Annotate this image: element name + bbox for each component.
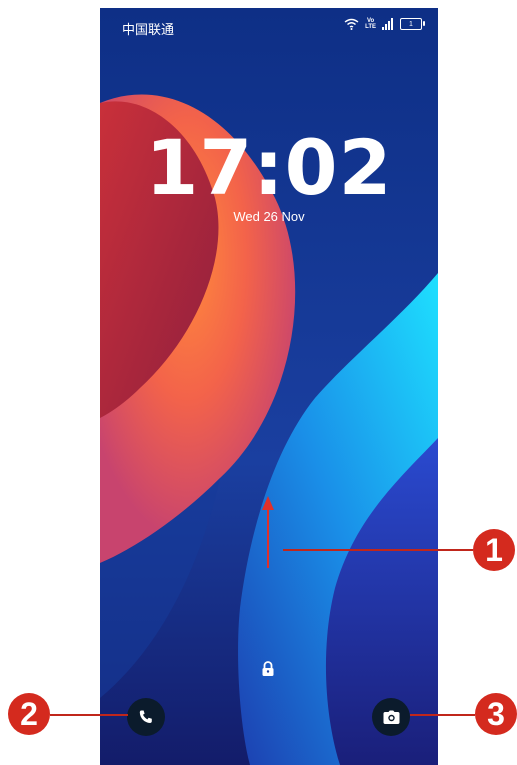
callout-3-badge: 3	[475, 693, 517, 735]
wallpaper	[100, 8, 438, 765]
callout-1-leader	[283, 549, 473, 551]
callout-1-badge: 1	[473, 529, 515, 571]
phone-icon	[139, 710, 152, 723]
status-icons: Vo LTE 1	[344, 18, 425, 30]
battery-level: 1	[409, 20, 413, 28]
lte-label: LTE	[365, 24, 376, 30]
wifi-icon	[344, 18, 359, 30]
lock-clock: 17:02	[145, 123, 393, 212]
phone-shortcut-button[interactable]	[127, 698, 165, 736]
volte-icon: Vo LTE	[365, 18, 376, 30]
battery-icon: 1	[400, 18, 425, 30]
lock-date: Wed 26 Nov	[233, 209, 305, 224]
callout-3-leader	[410, 714, 475, 716]
carrier-name: 中国联通	[122, 23, 175, 38]
signal-icon	[382, 18, 393, 30]
lock-icon	[262, 661, 274, 676]
lock-screen[interactable]: 中国联通 Vo LTE 1 17:02 Wed 26 Nov	[100, 8, 438, 765]
status-bar: 中国联通 Vo LTE 1	[100, 8, 438, 44]
camera-icon	[383, 710, 399, 724]
camera-shortcut-button[interactable]	[372, 698, 410, 736]
callout-2-badge: 2	[8, 693, 50, 735]
callout-2-leader	[50, 714, 128, 716]
